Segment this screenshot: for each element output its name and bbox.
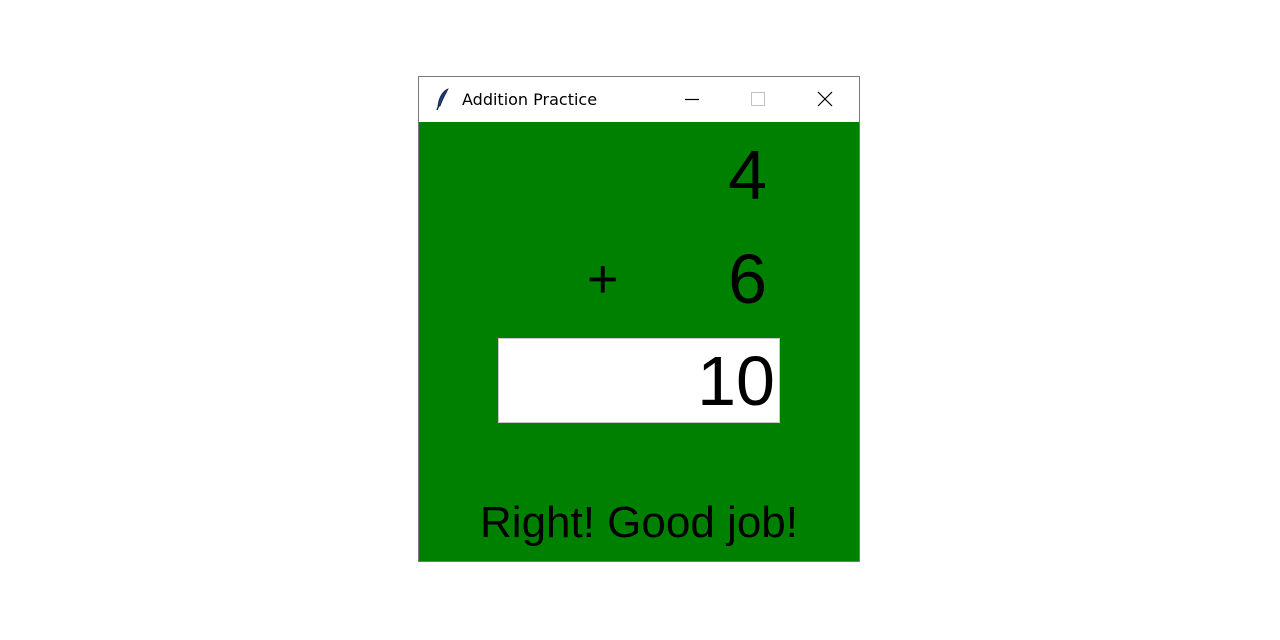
feedback-message: Right! Good job! bbox=[480, 498, 798, 547]
first-number: 4 bbox=[728, 136, 767, 214]
second-number: 6 bbox=[728, 240, 767, 318]
maximize-icon bbox=[751, 92, 765, 106]
plus-operator: + bbox=[587, 249, 619, 309]
minimize-button[interactable] bbox=[659, 77, 725, 122]
app-window: Addition Practice 4 + 6 Right! Good job! bbox=[418, 76, 860, 562]
maximize-button[interactable] bbox=[725, 77, 791, 122]
minimize-icon bbox=[685, 98, 699, 101]
answer-input[interactable] bbox=[498, 338, 780, 423]
close-button[interactable] bbox=[791, 77, 857, 122]
close-icon bbox=[817, 91, 833, 107]
feather-icon bbox=[433, 87, 453, 111]
window-title: Addition Practice bbox=[462, 90, 598, 109]
practice-area: 4 + 6 Right! Good job! bbox=[419, 122, 859, 561]
title-bar[interactable]: Addition Practice bbox=[419, 77, 859, 122]
